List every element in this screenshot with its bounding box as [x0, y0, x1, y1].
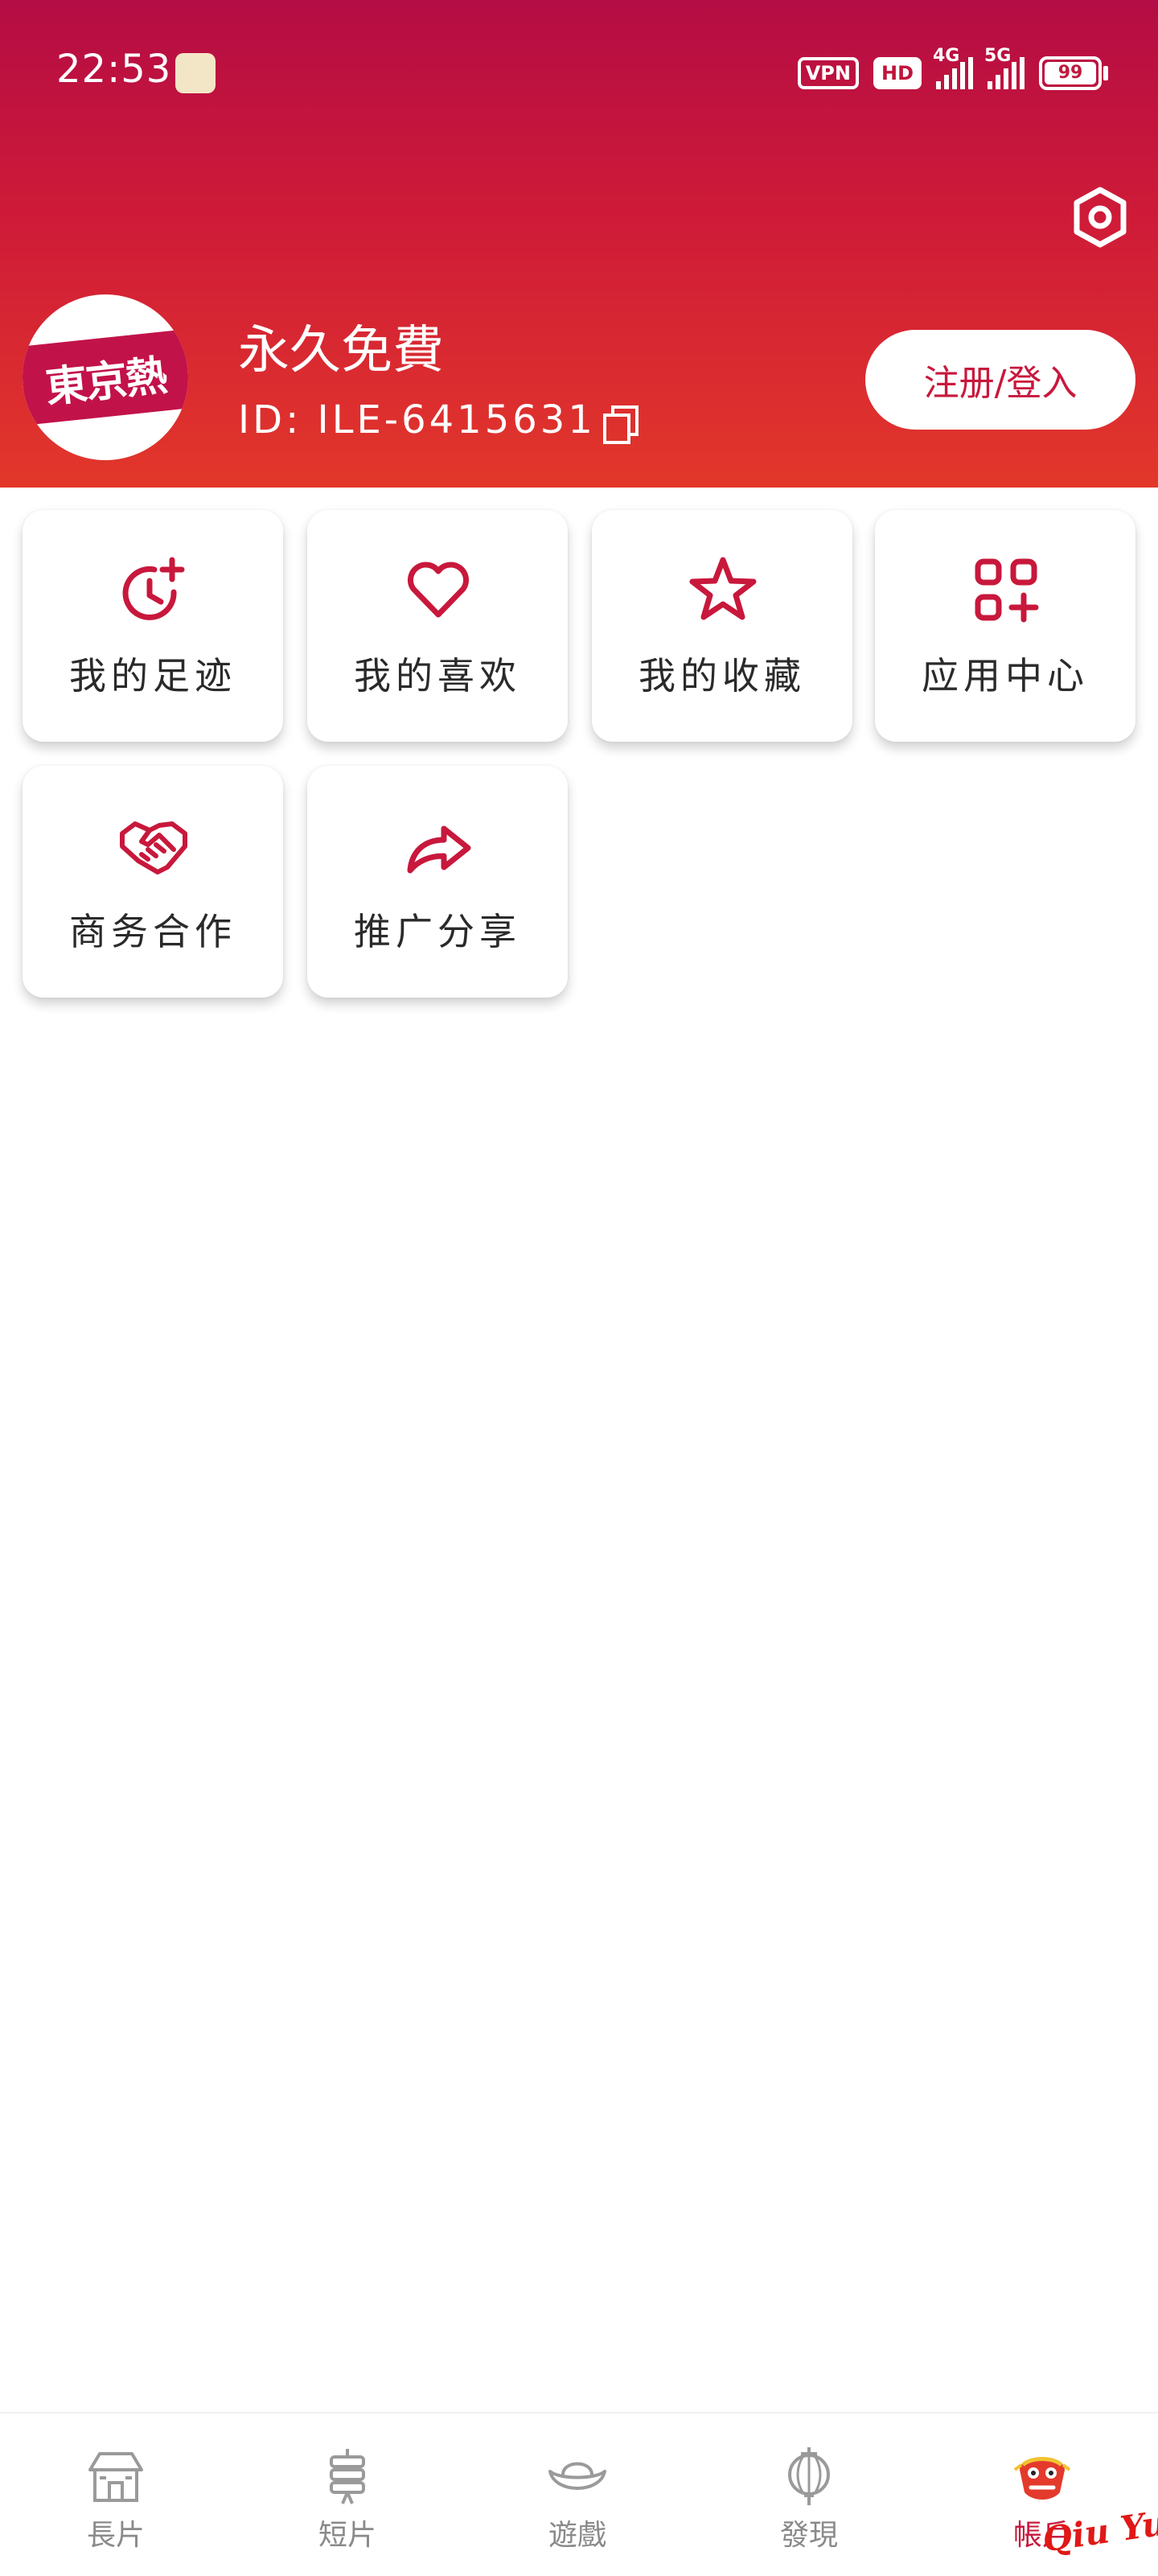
menu-card-history[interactable]: 我的足迹 [23, 510, 283, 742]
signal-4g-icon: 4G [933, 46, 973, 89]
hd-icon: HD [873, 57, 922, 89]
avatar-logo: 東京熱 [23, 329, 188, 426]
menu-card-likes[interactable]: 我的喜欢 [307, 510, 568, 742]
status-icons: VPN HD 4G 5G 99 [797, 46, 1108, 93]
app-notification-icon [175, 53, 216, 93]
status-bar: 22:53 VPN HD 4G 5G 99 [0, 0, 1158, 145]
user-id: ID: ILE-6415631 [238, 397, 596, 442]
apps-icon [975, 558, 1039, 623]
nav-label: 短片 [318, 2519, 376, 2552]
bottom-nav: 長片 短片 遊戲 發現 帳戶 [0, 2412, 1158, 2576]
star-icon [689, 557, 757, 620]
ingot-icon [548, 2462, 606, 2490]
menu-card-label: 商务合作 [69, 910, 236, 953]
network-5g-label: 5G [984, 46, 1012, 66]
signal-5g-icon: 5G [984, 46, 1025, 89]
nav-tab-short-videos[interactable]: 短片 [267, 2413, 428, 2576]
menu-card-label: 应用中心 [922, 654, 1089, 697]
battery-icon: 99 [1039, 56, 1108, 90]
lion-dance-icon [1013, 2457, 1071, 2500]
nav-tab-long-videos[interactable]: 長片 [35, 2413, 196, 2576]
nav-label: 遊戲 [548, 2519, 606, 2552]
profile-header: 22:53 VPN HD 4G 5G 99 東京熱 永久免費 ID: ILE-6… [0, 0, 1158, 488]
register-login-button[interactable]: 注册/登入 [865, 330, 1135, 430]
network-4g-label: 4G [933, 46, 960, 66]
lantern-icon [788, 2447, 830, 2505]
vpn-icon: VPN [797, 57, 859, 89]
firecracker-icon [330, 2449, 365, 2504]
menu-card-label: 我的收藏 [639, 654, 806, 697]
copy-icon[interactable] [602, 404, 640, 446]
nav-label: 長片 [86, 2519, 145, 2552]
history-icon [122, 557, 185, 620]
menu-card-share[interactable]: 推广分享 [307, 766, 568, 998]
menu-card-label: 我的喜欢 [354, 654, 521, 697]
house-icon [88, 2452, 143, 2502]
menu-card-app-center[interactable]: 应用中心 [875, 510, 1135, 742]
share-icon [407, 825, 471, 874]
heart-icon [408, 562, 469, 618]
status-time: 22:53 [56, 47, 172, 92]
menu-card-favorites[interactable]: 我的收藏 [592, 510, 852, 742]
menu-card-label: 我的足迹 [69, 654, 236, 697]
username: 永久免費 [238, 321, 444, 381]
menu-card-business[interactable]: 商务合作 [23, 766, 283, 998]
handshake-icon [120, 821, 187, 874]
nav-tab-discover[interactable]: 發現 [729, 2413, 889, 2576]
nav-label: 發現 [779, 2519, 838, 2552]
menu-card-label: 推广分享 [354, 910, 521, 953]
battery-level: 99 [1057, 63, 1083, 83]
avatar[interactable]: 東京熱 [23, 294, 188, 460]
nav-tab-games[interactable]: 遊戲 [497, 2413, 658, 2576]
settings-gear-icon[interactable] [1070, 187, 1131, 248]
